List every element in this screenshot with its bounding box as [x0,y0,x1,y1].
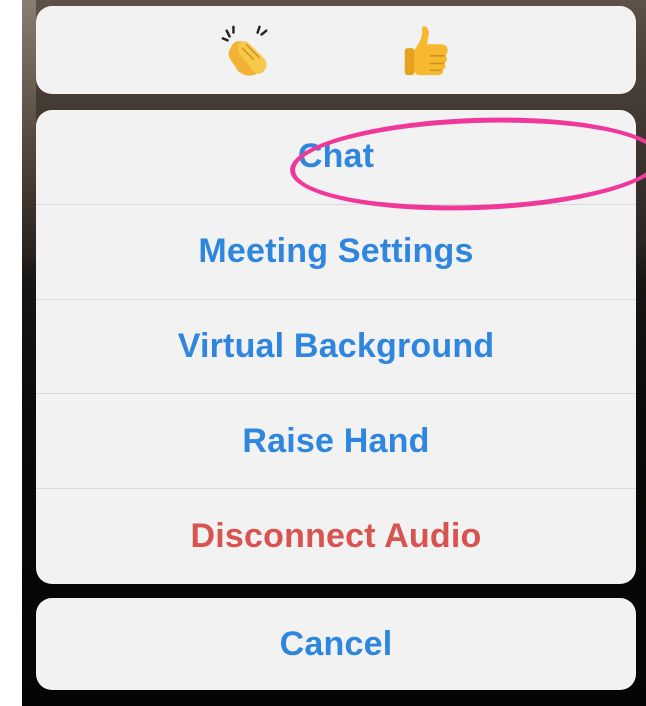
clapping-hands-icon [221,25,268,76]
raise-hand-action[interactable]: Raise Hand [36,394,636,490]
disconnect-audio-action-label: Disconnect Audio [190,517,482,556]
virtual-background-action[interactable]: Virtual Background [36,300,636,395]
clap-reaction-button[interactable] [216,20,276,80]
raise-hand-action-label: Raise Hand [242,421,430,460]
actions-sheet: Chat Meeting Settings Virtual Background… [36,110,636,584]
meeting-settings-action-label: Meeting Settings [198,232,474,271]
chat-action[interactable]: Chat [36,110,636,205]
cancel-button-label: Cancel [279,624,393,663]
thumbs-up-reaction-button[interactable] [396,20,456,80]
reactions-sheet [36,6,636,94]
virtual-background-action-label: Virtual Background [177,326,495,365]
cancel-button[interactable]: Cancel [36,598,636,690]
thumbs-up-icon [404,26,448,76]
meeting-settings-action[interactable]: Meeting Settings [36,205,636,300]
chat-action-label: Chat [297,137,375,176]
disconnect-audio-action[interactable]: Disconnect Audio [36,489,636,584]
